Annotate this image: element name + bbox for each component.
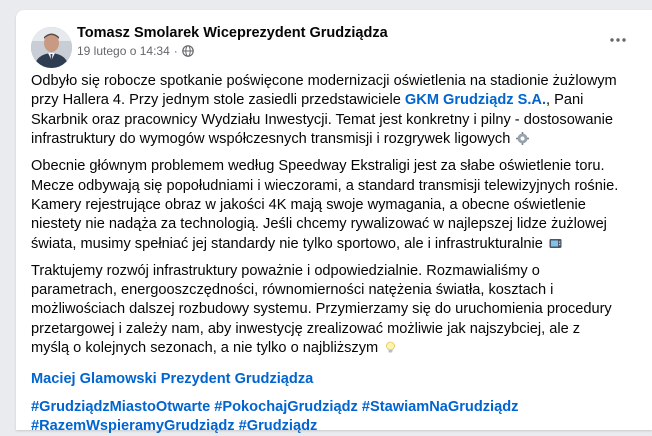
- paragraph-2-text: Obecnie głównym problemem według Speedwa…: [31, 158, 619, 252]
- hashtag-link[interactable]: #PokochajGrudziądz: [214, 399, 358, 415]
- post-header: Tomasz Smolarek Wiceprezydent Grudziądza…: [16, 10, 652, 72]
- hashtag-link[interactable]: #GrudziądzMiastoOtwarte: [31, 399, 210, 415]
- author-name[interactable]: Tomasz Smolarek Wiceprezydent Grudziądza: [77, 25, 388, 41]
- avatar-photo-icon: [31, 27, 72, 68]
- gkm-grudziadz-link[interactable]: GKM Grudziądz S.A.: [405, 92, 546, 108]
- tv-emoji-icon: [549, 237, 562, 250]
- hashtag-link[interactable]: #Grudziądz: [239, 418, 318, 434]
- avatar[interactable]: [31, 27, 72, 68]
- post-card: Tomasz Smolarek Wiceprezydent Grudziądza…: [16, 10, 652, 434]
- paragraph-3: Traktujemy rozwój infrastruktury poważni…: [31, 262, 621, 359]
- globe-icon[interactable]: [181, 45, 194, 57]
- lightbulb-emoji-icon: [384, 341, 397, 354]
- post-meta: 19 lutego o 14:34 ·: [77, 44, 194, 58]
- paragraph-3-text: Traktujemy rozwój infrastruktury poważni…: [31, 262, 612, 357]
- hashtag-row-2: #RazemWspieramyGrudziądz #Grudziądz: [31, 417, 621, 436]
- hashtag-link[interactable]: #RazemWspieramyGrudziądz: [31, 418, 235, 434]
- gear-emoji-icon: [516, 132, 530, 146]
- hashtag-row-1: #GrudziądzMiastoOtwarte #PokochajGrudzią…: [31, 398, 621, 417]
- post-body: Odbyło się robocze spotkanie poświęcone …: [31, 72, 621, 436]
- paragraph-2: Obecnie głównym problemem według Speedwa…: [31, 157, 621, 254]
- mention-link[interactable]: Maciej Glamowski Prezydent Grudziądza: [31, 370, 621, 389]
- hashtag-list: #GrudziądzMiastoOtwarte #PokochajGrudzią…: [31, 398, 621, 436]
- post-date[interactable]: 19 lutego o 14:34: [77, 44, 170, 58]
- more-options-icon[interactable]: [606, 28, 630, 52]
- meta-separator: ·: [173, 44, 178, 58]
- hashtag-link[interactable]: #StawiamNaGrudziądz: [362, 399, 519, 415]
- paragraph-1: Odbyło się robocze spotkanie poświęcone …: [31, 72, 621, 150]
